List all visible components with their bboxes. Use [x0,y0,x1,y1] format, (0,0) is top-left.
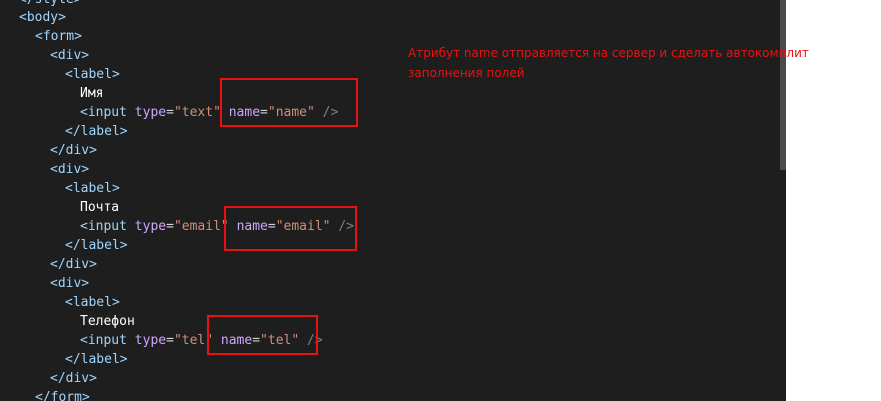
code-line-label-text-phone: Телефон [80,314,135,329]
annotation-text: Атрибут name отправляется на сервер и сд… [408,46,809,80]
code-line-label-open: <label> [65,295,120,310]
code-line-div-open: <div> [50,162,90,177]
type-attr: type [134,219,167,234]
code-line-label-text-name: Имя [80,86,104,101]
type-value: "text" [173,105,221,120]
code-line-label-close: </label> [65,352,128,367]
code-line-label-open: <label> [65,67,120,82]
type-attr: type [134,105,167,120]
type-attr: type [134,333,167,348]
highlight-box-name-attr [220,78,358,127]
code-line-div-close: </div> [50,371,97,386]
code-line-form-close: </form> [35,390,90,401]
code-line-label-text-email: Почта [80,200,120,215]
input-keyword: input [87,219,127,234]
code-line-div-open: <div> [50,276,90,291]
code-line-label-close: </label> [65,238,128,253]
code-line-div-close: </div> [50,257,97,272]
type-value: "email" [173,219,229,234]
code-line-body-open: <body> [19,10,66,25]
input-keyword: input [87,105,127,120]
code-line-form-open: <form> [35,29,82,44]
code-line-div-open: <div> [50,48,90,63]
code-line-div-close: </div> [50,143,97,158]
code-line-label-open: <label> [65,181,120,196]
highlight-box-email-attr [224,206,357,251]
highlight-box-tel-attr [207,315,318,355]
editor-scrollbar[interactable] [780,0,786,170]
code-line-label-close: </label> [65,124,128,139]
input-keyword: input [87,333,127,348]
